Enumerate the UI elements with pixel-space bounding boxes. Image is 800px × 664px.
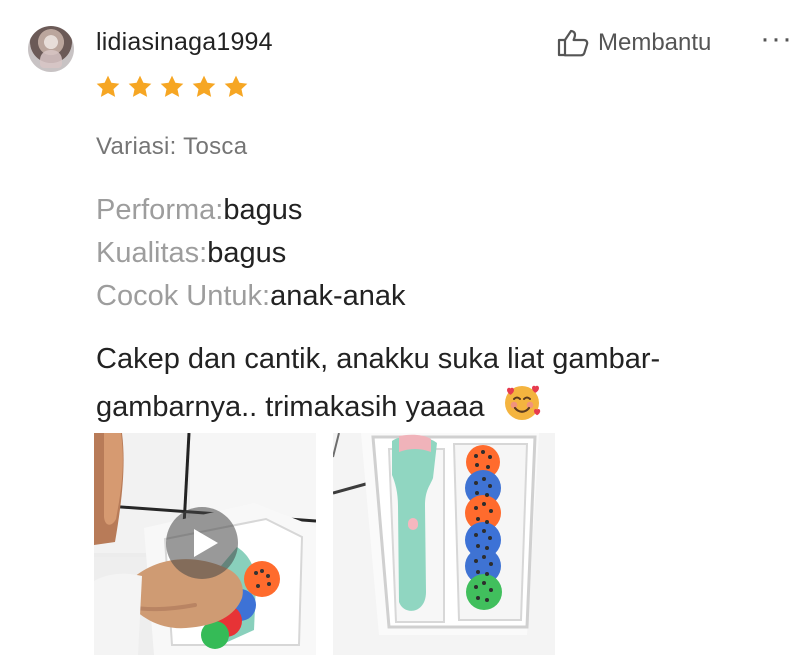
metric-value: bagus bbox=[223, 194, 303, 226]
helpful-button[interactable]: Membantu bbox=[556, 28, 711, 58]
review-photo-thumbnail[interactable] bbox=[333, 433, 555, 655]
star-icon bbox=[128, 75, 152, 97]
metric-performance: Performa:bagus bbox=[96, 196, 302, 225]
star-icon bbox=[96, 75, 120, 97]
metric-quality: Kualitas:bagus bbox=[96, 239, 286, 268]
review-comment: Cakep dan cantik, anakku suka liat gamba… bbox=[96, 338, 736, 429]
star-icon bbox=[224, 75, 248, 97]
review-comment-text: Cakep dan cantik, anakku suka liat gamba… bbox=[96, 343, 661, 423]
metric-suitable-for: Cocok Untuk:anak-anak bbox=[96, 282, 406, 311]
play-icon bbox=[194, 529, 218, 557]
helpful-label: Membantu bbox=[598, 29, 712, 56]
more-options-button[interactable]: ··· bbox=[760, 22, 793, 56]
star-icon bbox=[160, 75, 184, 97]
avatar[interactable] bbox=[28, 26, 74, 72]
metric-value: anak-anak bbox=[270, 280, 406, 312]
smiling-face-with-hearts-icon bbox=[504, 385, 540, 420]
review-video-thumbnail[interactable] bbox=[94, 433, 316, 655]
metric-label: Kualitas: bbox=[96, 237, 208, 269]
review-card: lidiasinaga1994 Membantu ··· Variasi: To… bbox=[0, 0, 800, 664]
metric-label: Performa: bbox=[96, 194, 224, 226]
photo-image bbox=[333, 433, 555, 655]
thumbs-up-icon bbox=[556, 28, 590, 58]
variation-text: Variasi: Tosca bbox=[96, 133, 248, 160]
star-icon bbox=[192, 75, 216, 97]
username[interactable]: lidiasinaga1994 bbox=[96, 28, 273, 57]
play-button[interactable] bbox=[166, 507, 238, 579]
rating-stars bbox=[94, 73, 250, 101]
metric-label: Cocok Untuk: bbox=[96, 280, 271, 312]
metric-value: bagus bbox=[207, 237, 287, 269]
